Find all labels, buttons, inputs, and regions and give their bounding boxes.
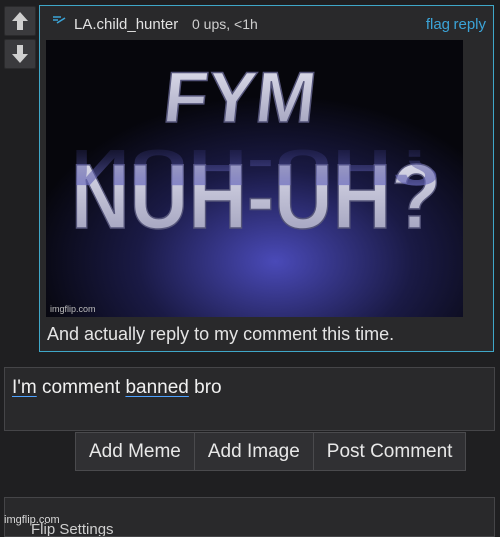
add-image-button[interactable]: Add Image (194, 432, 314, 471)
reply-textarea[interactable]: I'm comment banned bro (4, 367, 495, 431)
comment-username[interactable]: LA.child_hunter (74, 16, 178, 33)
upvote-button[interactable] (4, 6, 36, 36)
vote-controls (4, 6, 36, 72)
meme-image[interactable]: FYM NUH-UH? NUH-UH? imgflip.com (46, 40, 463, 317)
post-comment-button[interactable]: Post Comment (313, 432, 467, 471)
user-hunter-icon (53, 16, 66, 24)
next-panel[interactable]: Flip Settings (4, 497, 495, 537)
reply-word: comment (42, 377, 121, 398)
add-meme-button[interactable]: Add Meme (75, 432, 195, 471)
arrow-up-icon (12, 12, 28, 30)
comment-header: LA.child_hunter 0 ups, <1h flag reply (40, 6, 493, 40)
reply-word: bro (194, 377, 222, 398)
arrow-down-icon (12, 45, 28, 63)
meme-line-1: FYM (160, 58, 320, 138)
page-watermark: imgflip.com (4, 514, 60, 526)
comment-actions: Add Meme Add Image Post Comment (75, 432, 467, 471)
comment-meta: 0 ups, <1h (192, 16, 258, 32)
downvote-button[interactable] (4, 39, 36, 69)
reply-link[interactable]: reply (453, 16, 486, 33)
spellcheck-word: I'm (12, 377, 37, 398)
meme-reflection: NUH-UH? (71, 139, 441, 196)
comment-text: And actually reply to my comment this ti… (47, 324, 395, 344)
meme-watermark: imgflip.com (50, 304, 96, 314)
spellcheck-word: banned (125, 377, 189, 398)
flag-link[interactable]: flag (426, 16, 450, 33)
reply-textarea-value: I'm comment banned bro (12, 377, 222, 399)
comment-card: LA.child_hunter 0 ups, <1h flag reply FY… (39, 5, 494, 352)
